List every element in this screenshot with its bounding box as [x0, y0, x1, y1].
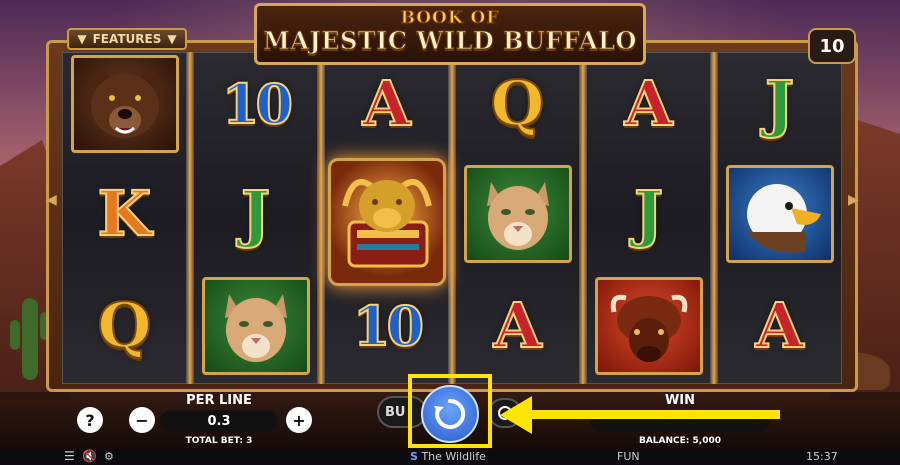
symbol-a-label: A [623, 67, 673, 140]
symbol-q: Q [462, 54, 573, 154]
game-title-main: MAJESTIC WILD BUFFALO [263, 26, 637, 56]
game-title-banner: BOOK OF MAJESTIC WILD BUFFALO [254, 3, 646, 65]
symbol-a-label: A [361, 67, 411, 140]
symbol-bear [69, 54, 180, 154]
features-label: FEATURES [92, 32, 162, 46]
bet-decrease-button[interactable]: − [129, 407, 155, 433]
symbol-10: 10 [331, 276, 442, 376]
symbol-j: J [593, 164, 704, 264]
reel-divider [187, 52, 193, 384]
symbol-bison [593, 276, 704, 376]
symbol-10-label: 10 [221, 72, 294, 136]
symbol-10: 10 [200, 54, 311, 154]
provider-s-icon: S [410, 450, 418, 463]
game-title-top: BOOK OF [400, 8, 500, 29]
symbol-j-label: J [633, 177, 664, 250]
symbol-10-label: 10 [352, 294, 425, 358]
eagle-icon [725, 165, 834, 263]
symbol-a-label: A [754, 289, 804, 362]
sound-icon[interactable]: 🔇 [82, 449, 97, 463]
turbo-icon[interactable]: ⚙ [104, 450, 114, 463]
cougar-icon [201, 277, 310, 375]
symbol-eagle [724, 164, 835, 264]
help-icon: ? [85, 410, 95, 430]
brand-label: The Wildlife [421, 450, 486, 463]
chevron-down-icon: ▼ [77, 32, 87, 46]
symbol-k: K [69, 164, 180, 264]
symbol-a-label: A [492, 289, 542, 362]
help-button[interactable]: ? [77, 407, 103, 433]
symbol-q: Q [69, 276, 180, 376]
menu-icon[interactable]: ☰ [64, 449, 75, 463]
pointer-arrow-icon [500, 396, 532, 434]
per-line-value-field: 0.3 [160, 410, 278, 432]
spin-button-highlight [408, 374, 492, 448]
bison-icon [594, 277, 703, 375]
symbol-k-label: K [97, 177, 153, 250]
pointer-arrow-shaft [528, 410, 780, 419]
mode-label: FUN [617, 450, 640, 463]
per-line-label: PER LINE [186, 393, 252, 408]
symbol-a: A [331, 54, 442, 154]
symbol-a: A [593, 54, 704, 154]
symbol-a: A [462, 276, 573, 376]
symbol-cougar [462, 164, 573, 264]
total-bet: TOTAL BET: 3 [185, 436, 253, 446]
symbol-j-label: J [764, 67, 795, 140]
chevron-down-icon: ▼ [167, 32, 177, 46]
symbol-book-wild [324, 158, 449, 286]
symbol-j: J [200, 164, 311, 264]
plus-icon: + [292, 410, 306, 430]
chevron-left-icon: ◀ [46, 192, 57, 208]
lines-count-badge: 10 [808, 28, 856, 64]
symbol-a: A [724, 276, 835, 376]
reel-grid: K Q 10 J A 10 Q A A J J A [62, 52, 842, 384]
book-icon [327, 158, 446, 286]
symbol-j: J [724, 54, 835, 154]
reel-divider [449, 52, 455, 384]
bet-increase-button[interactable]: + [286, 407, 312, 433]
provider-logo: S The Wildlife [410, 450, 486, 463]
symbol-q-label: Q [96, 289, 152, 362]
features-button[interactable]: ▼ FEATURES ▼ [67, 28, 187, 50]
symbol-cougar [200, 276, 311, 376]
balance: BALANCE: 5,000 [638, 436, 721, 446]
bear-icon [70, 55, 179, 153]
buy-label: BU [385, 404, 406, 420]
clock: 15:37 [806, 450, 838, 463]
reel-divider [580, 52, 586, 384]
symbol-q-label: Q [489, 67, 545, 140]
reel-divider [711, 52, 717, 384]
minus-icon: − [135, 410, 149, 430]
per-line-value: 0.3 [207, 413, 231, 429]
symbol-j-label: J [240, 177, 271, 250]
lines-count: 10 [819, 35, 845, 57]
cougar-icon [463, 165, 572, 263]
cactus-icon [10, 298, 50, 380]
win-label: WIN [664, 393, 696, 408]
chevron-right-icon: ▶ [848, 192, 859, 208]
